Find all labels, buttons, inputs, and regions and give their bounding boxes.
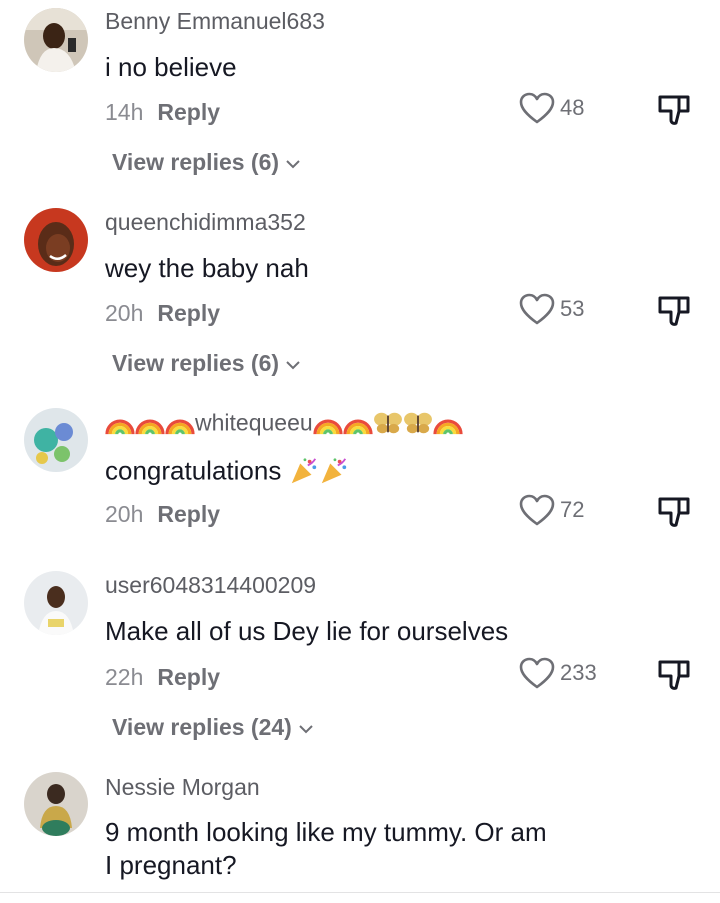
comment-time: 20h [105,501,144,527]
comment-meta: 22h Reply [105,664,220,691]
username-text: whitequeeu [195,409,313,436]
chevron-down-icon [286,361,300,370]
comment-text: Make all of us Dey lie for ourselves [105,616,509,646]
like-button[interactable]: 72 [518,493,584,527]
view-replies-label: View replies (6) [112,149,280,175]
like-count: 72 [560,497,585,522]
reply-button[interactable]: Reply [157,664,220,690]
reply-button[interactable]: Reply [157,501,220,527]
reply-button[interactable]: Reply [157,99,220,125]
view-replies-label: View replies (24) [112,714,292,740]
reply-button[interactable]: Reply [157,300,220,326]
like-button[interactable]: 48 [518,91,584,125]
comment-text: wey the baby nah [105,253,309,283]
comment-username[interactable]: queenchidimma352 [105,209,306,236]
thumbs-down-icon[interactable] [656,494,692,530]
heart-outline-icon [519,494,555,526]
like-count: 53 [560,296,585,321]
like-button[interactable]: 233 [518,656,597,690]
comment-text-line: I pregnant? [105,850,237,880]
avatar[interactable] [24,208,88,272]
view-replies-button[interactable]: View replies (6) [112,149,301,176]
rainbow-emoji-icon [135,419,165,435]
view-replies-button[interactable]: View replies (24) [112,714,314,741]
thumbs-down-icon[interactable] [656,293,692,329]
comment-username[interactable]: user6048314400209 [105,572,316,599]
heart-outline-icon [519,92,555,124]
heart-outline-icon [519,657,555,689]
like-button[interactable]: 53 [518,292,584,326]
comment-username[interactable]: Nessie Morgan [105,774,260,801]
comment-text: i no believe [105,52,237,82]
rainbow-emoji-icon [433,419,463,435]
thumbs-down-icon[interactable] [656,92,692,128]
bottom-divider [0,892,720,893]
comment-meta: 14h Reply [105,99,220,126]
party-popper-emoji-icon [291,458,316,484]
view-replies-label: View replies (6) [112,350,280,376]
butterfly-emoji-icon [403,412,432,434]
butterfly-emoji-icon [373,412,402,434]
comment-username[interactable]: whitequeeu [105,408,463,436]
comment-meta: 20h Reply [105,501,220,528]
comment-text: congratulations [105,453,645,488]
comment-meta: 20h Reply [105,300,220,327]
avatar[interactable] [24,8,88,72]
like-count: 48 [560,95,585,120]
party-popper-emoji-icon [321,458,346,484]
comment-time: 14h [105,99,144,125]
rainbow-emoji-icon [313,419,343,435]
avatar[interactable] [24,571,88,635]
rainbow-emoji-icon [165,419,195,435]
heart-outline-icon [519,293,555,325]
comment-text-line: 9 month looking like my tummy. Or am [105,817,547,847]
comment-username[interactable]: Benny Emmanuel683 [105,8,325,35]
chevron-down-icon [286,160,300,169]
comment-text-content: congratulations [105,455,282,486]
comment-time: 22h [105,664,144,690]
like-count: 233 [560,660,597,685]
rainbow-emoji-icon [105,419,135,435]
comment-text: 9 month looking like my tummy. Or am I p… [105,816,645,882]
avatar[interactable] [24,772,88,836]
avatar[interactable] [24,408,88,472]
rainbow-emoji-icon [343,419,373,435]
comment-time: 20h [105,300,144,326]
view-replies-button[interactable]: View replies (6) [112,350,301,377]
chevron-down-icon [299,725,313,734]
thumbs-down-icon[interactable] [656,657,692,693]
